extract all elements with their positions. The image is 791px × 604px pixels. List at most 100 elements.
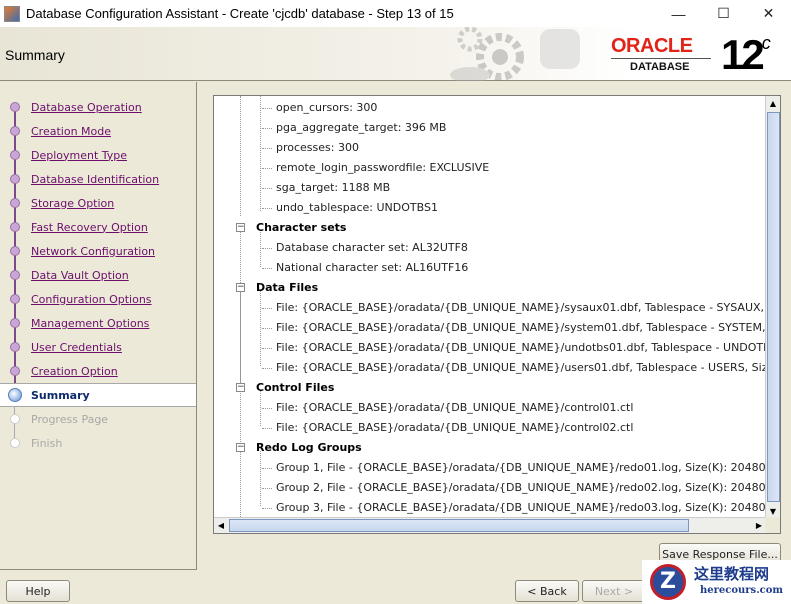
step-deployment-type[interactable]: Deployment Type: [0, 143, 196, 167]
step-data-vault-option[interactable]: Data Vault Option: [0, 263, 196, 287]
back-button[interactable]: < Back: [515, 580, 579, 602]
tree-item[interactable]: processes: 300: [276, 138, 359, 158]
tree-item[interactable]: File: {ORACLE_BASE}/oradata/{DB_UNIQUE_N…: [276, 318, 780, 338]
tree-item[interactable]: sga_target: 1188 MB: [276, 178, 390, 198]
tree-connector: [262, 148, 272, 149]
tree-connector: [260, 291, 261, 366]
tree-item[interactable]: open_cursors: 300: [276, 98, 377, 118]
step-database-identification[interactable]: Database Identification: [0, 167, 196, 191]
tree-item[interactable]: File: {ORACLE_BASE}/oradata/{DB_UNIQUE_N…: [276, 358, 780, 378]
step-link[interactable]: Network Configuration: [31, 245, 155, 258]
logo-oracle-text: ORACLE: [611, 35, 693, 57]
vertical-scrollbar[interactable]: ▲ ▼: [765, 96, 780, 518]
tree-connector: [262, 468, 272, 469]
step-fast-recovery-option[interactable]: Fast Recovery Option: [0, 215, 196, 239]
java-app-icon: [4, 5, 20, 22]
step-link[interactable]: Database Operation: [31, 101, 142, 114]
step-node-icon: [10, 150, 20, 160]
step-storage-option[interactable]: Storage Option: [0, 191, 196, 215]
logo-version: 12c: [721, 31, 771, 79]
close-button[interactable]: ✕: [746, 0, 791, 27]
tree-connector: [262, 188, 272, 189]
tree-item[interactable]: Group 2, File - {ORACLE_BASE}/oradata/{D…: [276, 478, 773, 498]
logo-version-number: 12: [721, 31, 765, 78]
watermark-en: herecours.com: [700, 585, 784, 596]
step-finish: Finish: [0, 431, 196, 455]
step-link[interactable]: User Credentials: [31, 341, 122, 354]
tree-group-header[interactable]: Control Files: [256, 378, 334, 398]
horizontal-scrollbar[interactable]: ◀ ▶: [214, 517, 766, 533]
tree-connector: [240, 96, 241, 216]
tree-item[interactable]: remote_login_passwordfile: EXCLUSIVE: [276, 158, 489, 178]
title-bar: Database Configuration Assistant - Creat…: [0, 0, 791, 27]
tree-item[interactable]: File: {ORACLE_BASE}/oradata/{DB_UNIQUE_N…: [276, 338, 780, 358]
step-link: Finish: [31, 436, 63, 450]
step-link[interactable]: Creation Mode: [31, 125, 111, 138]
steps-sidebar: Database Operation Creation Mode Deploymen…: [0, 82, 197, 570]
tree-item[interactable]: File: {ORACLE_BASE}/oradata/{DB_UNIQUE_N…: [276, 298, 780, 318]
vertical-scroll-thumb[interactable]: [767, 112, 780, 502]
collapse-icon[interactable]: −: [236, 283, 245, 292]
scroll-left-icon[interactable]: ◀: [214, 518, 228, 532]
step-link[interactable]: Storage Option: [31, 197, 114, 210]
tree-item[interactable]: File: {ORACLE_BASE}/oradata/{DB_UNIQUE_N…: [276, 418, 633, 438]
window-title: Database Configuration Assistant - Creat…: [26, 6, 454, 21]
tree-group-header[interactable]: Data Files: [256, 278, 318, 298]
step-link[interactable]: Management Options: [31, 317, 149, 330]
step-link[interactable]: Database Identification: [31, 173, 159, 186]
step-node-icon: [10, 222, 20, 232]
logo-version-suffix: c: [761, 33, 771, 53]
step-node-icon: [10, 270, 20, 280]
step-creation-mode[interactable]: Creation Mode: [0, 119, 196, 143]
tree-connector: [240, 232, 241, 387]
horizontal-scroll-thumb[interactable]: [229, 519, 689, 532]
tree-item[interactable]: Database character set: AL32UTF8: [276, 238, 468, 258]
step-node-icon: [10, 246, 20, 256]
step-management-options[interactable]: Management Options: [0, 311, 196, 335]
tree-connector: [262, 488, 272, 489]
tree-item[interactable]: National character set: AL16UTF16: [276, 258, 468, 278]
watermark-logo: Z 这里教程网 herecours.com: [642, 560, 791, 604]
collapse-icon[interactable]: −: [236, 223, 245, 232]
tree-group-header[interactable]: Redo Log Groups: [256, 438, 362, 458]
scroll-down-icon[interactable]: ▼: [766, 504, 780, 518]
step-user-credentials[interactable]: User Credentials: [0, 335, 196, 359]
help-button[interactable]: Help: [6, 580, 70, 602]
tree-connector: [262, 168, 272, 169]
minimize-button[interactable]: —: [656, 0, 701, 27]
step-network-configuration[interactable]: Network Configuration: [0, 239, 196, 263]
scroll-corner: [765, 517, 780, 533]
step-node-icon: [10, 366, 20, 376]
header-banner: Summary ORACLE DATABASE 12c: [0, 27, 791, 81]
step-link[interactable]: Fast Recovery Option: [31, 221, 148, 234]
tree-item[interactable]: Group 3, File - {ORACLE_BASE}/oradata/{D…: [276, 498, 773, 518]
page-title: Summary: [5, 47, 65, 63]
step-link[interactable]: Data Vault Option: [31, 269, 129, 282]
tree-connector: [262, 508, 272, 509]
step-node-icon: [10, 102, 20, 112]
next-button[interactable]: Next >: [582, 580, 646, 602]
step-node-icon: [10, 174, 20, 184]
tree-connector: [240, 451, 241, 521]
tree-item[interactable]: Group 1, File - {ORACLE_BASE}/oradata/{D…: [276, 458, 773, 478]
collapse-icon[interactable]: −: [236, 383, 245, 392]
collapse-icon[interactable]: −: [236, 443, 245, 452]
tree-connector: [262, 108, 272, 109]
tree-connector: [262, 428, 272, 429]
tree-group-header[interactable]: Character sets: [256, 218, 346, 238]
tree-item[interactable]: File: {ORACLE_BASE}/oradata/{DB_UNIQUE_N…: [276, 398, 633, 418]
step-creation-option[interactable]: Creation Option: [0, 359, 196, 383]
tree-item[interactable]: pga_aggregate_target: 396 MB: [276, 118, 446, 138]
tree-item[interactable]: undo_tablespace: UNDOTBS1: [276, 198, 438, 218]
step-configuration-options[interactable]: Configuration Options: [0, 287, 196, 311]
step-database-operation[interactable]: Database Operation: [0, 95, 196, 119]
maximize-button[interactable]: ☐: [701, 0, 746, 27]
scroll-right-icon[interactable]: ▶: [752, 518, 766, 532]
scroll-up-icon[interactable]: ▲: [766, 96, 780, 110]
tree-connector: [262, 248, 272, 249]
tree-connector: [262, 208, 272, 209]
step-link[interactable]: Configuration Options: [31, 293, 152, 306]
step-node-icon: [10, 198, 20, 208]
step-link[interactable]: Deployment Type: [31, 149, 127, 162]
step-link[interactable]: Creation Option: [31, 365, 118, 378]
